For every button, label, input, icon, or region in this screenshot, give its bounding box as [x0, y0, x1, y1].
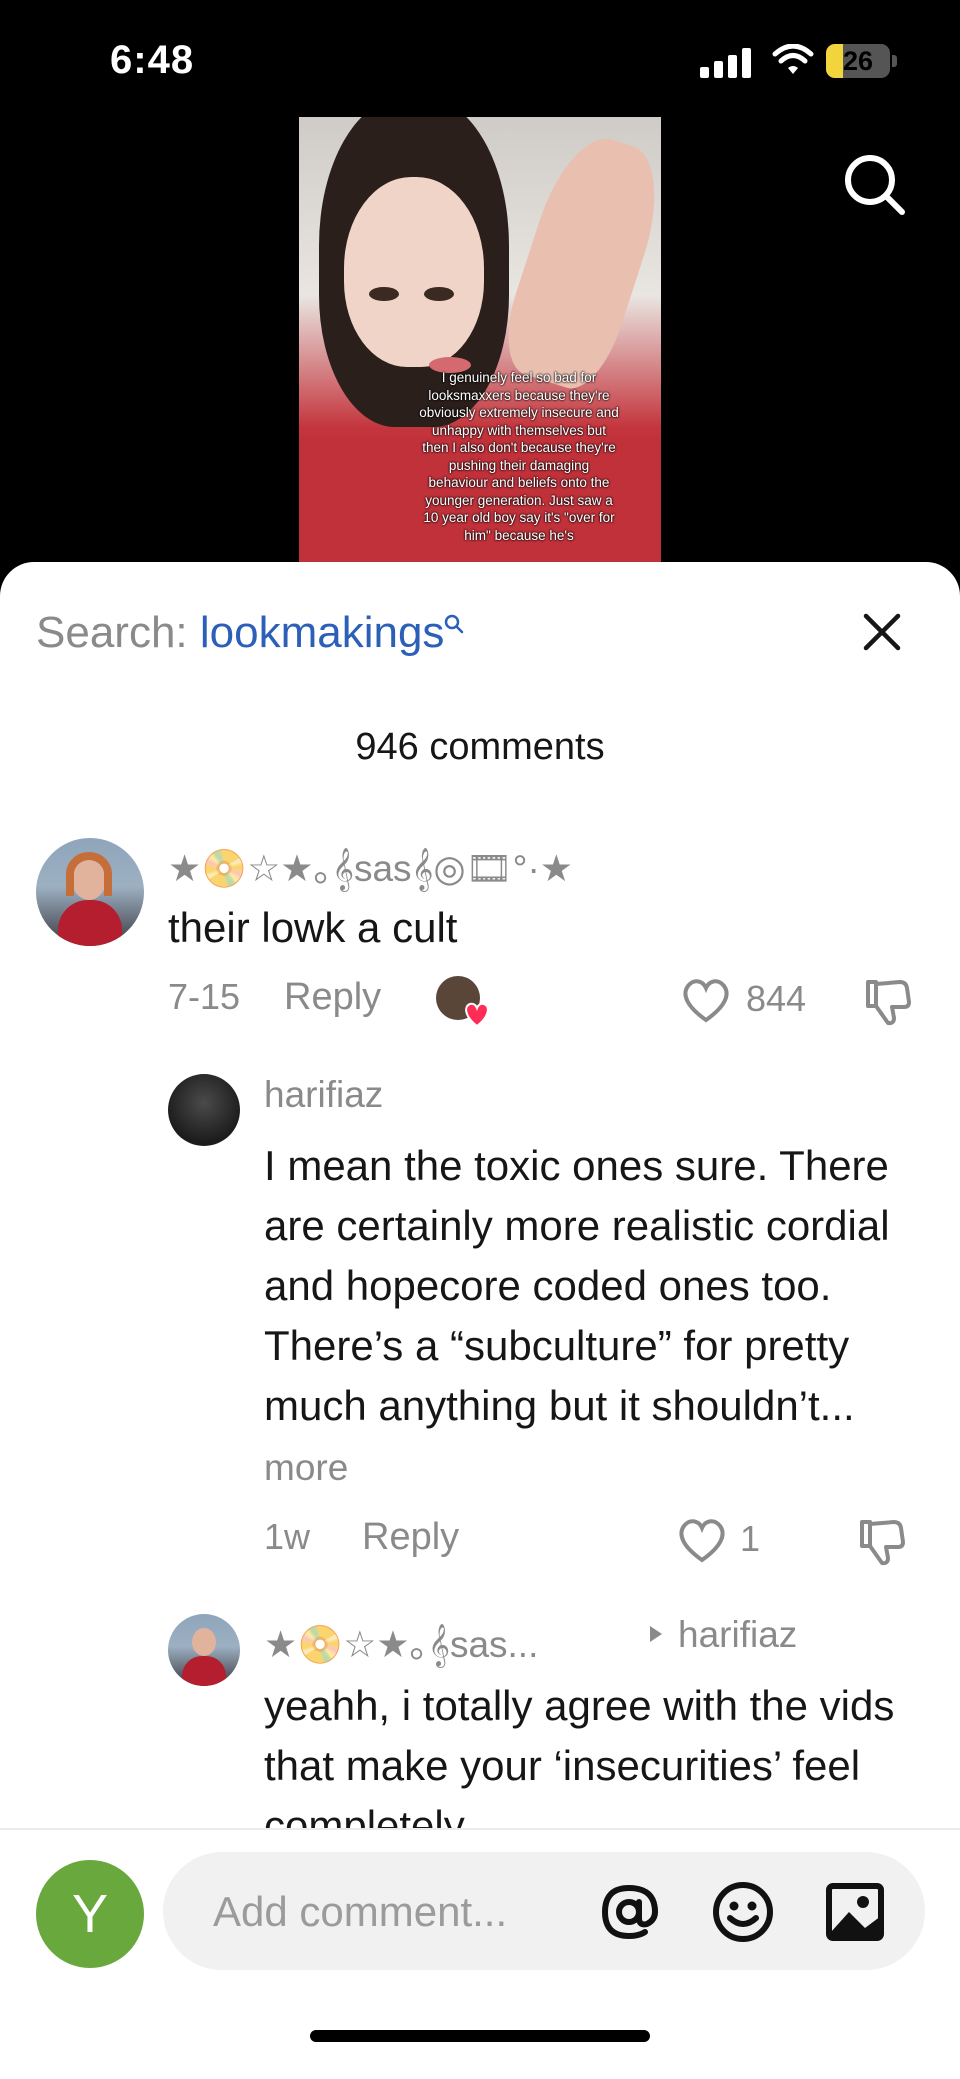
comment-date: 7-15: [168, 976, 241, 1017]
comment-username[interactable]: ★📀☆★｡𝄞sas...: [264, 1614, 538, 1668]
comment-count: 946 comments: [355, 726, 605, 768]
user-avatar[interactable]: Y: [36, 1860, 144, 1968]
comment-date: 1w: [264, 1516, 311, 1557]
like-icon[interactable]: [680, 976, 732, 1024]
like-icon[interactable]: [676, 1516, 728, 1564]
comment-text: their lowk a cult: [168, 904, 458, 951]
comment-text: I mean the toxic ones sure. There are ce…: [264, 1136, 924, 1498]
comments-sheet: Search: lookmakings 946 comments ★📀☆★｡𝄞s…: [0, 562, 960, 2079]
status-time: 6:48: [110, 38, 195, 82]
search-small-icon: [445, 614, 464, 634]
more-link[interactable]: more: [264, 1447, 348, 1488]
reply-button[interactable]: Reply: [284, 976, 381, 1019]
video-figure-hand: [493, 126, 661, 398]
like-count: 844: [746, 978, 807, 1019]
comment-username[interactable]: harifiaz: [264, 1074, 383, 1116]
home-indicator: [310, 2030, 650, 2042]
comment-input-placeholder: Add comment...: [213, 1888, 508, 1935]
video-figure-eye: [369, 287, 399, 301]
status-bar: 6:48 26: [0, 0, 960, 120]
emoji-icon[interactable]: [711, 1880, 775, 1944]
reply-arrow-icon: [650, 1626, 662, 1642]
comment-text: yeahh, i totally agree with the vids tha…: [264, 1682, 895, 1828]
reply-to-username[interactable]: harifiaz: [678, 1614, 797, 1656]
dislike-icon[interactable]: [856, 1516, 908, 1568]
search-prefix: Search:: [36, 608, 188, 657]
comment-text-body: I mean the toxic ones sure. There are ce…: [264, 1142, 890, 1429]
battery-level: 26: [842, 46, 874, 76]
search-suggestion[interactable]: Search: lookmakings: [36, 608, 464, 658]
avatar[interactable]: [168, 1074, 240, 1146]
video-figure-face: [344, 177, 484, 367]
video-figure-eye: [424, 287, 454, 301]
like-count: 1: [740, 1518, 761, 1559]
battery-nub: [892, 55, 897, 67]
wifi-icon: [772, 44, 814, 74]
image-icon[interactable]: [825, 1882, 885, 1942]
signal-icon: [700, 48, 752, 78]
battery-icon: 26: [826, 44, 890, 78]
avatar[interactable]: [168, 1614, 240, 1686]
video-preview[interactable]: I genuinely feel so bad for looksmaxxers…: [299, 117, 661, 562]
heart-badge-icon: [465, 1002, 489, 1028]
search-query[interactable]: lookmakings: [200, 608, 445, 657]
close-icon[interactable]: [860, 610, 904, 654]
video-caption: I genuinely feel so bad for looksmaxxers…: [419, 370, 619, 543]
search-icon[interactable]: [842, 152, 908, 218]
reply-button[interactable]: Reply: [362, 1516, 459, 1559]
comment-input[interactable]: Add comment...: [163, 1852, 925, 1970]
comment-composer: Y Add comment...: [0, 1830, 960, 2079]
mention-icon[interactable]: [597, 1880, 661, 1944]
dislike-icon[interactable]: [862, 976, 914, 1028]
comment-username[interactable]: ★📀☆★｡𝄞sas𝄞◎🎞°·★: [168, 838, 573, 892]
avatar[interactable]: [36, 838, 144, 946]
